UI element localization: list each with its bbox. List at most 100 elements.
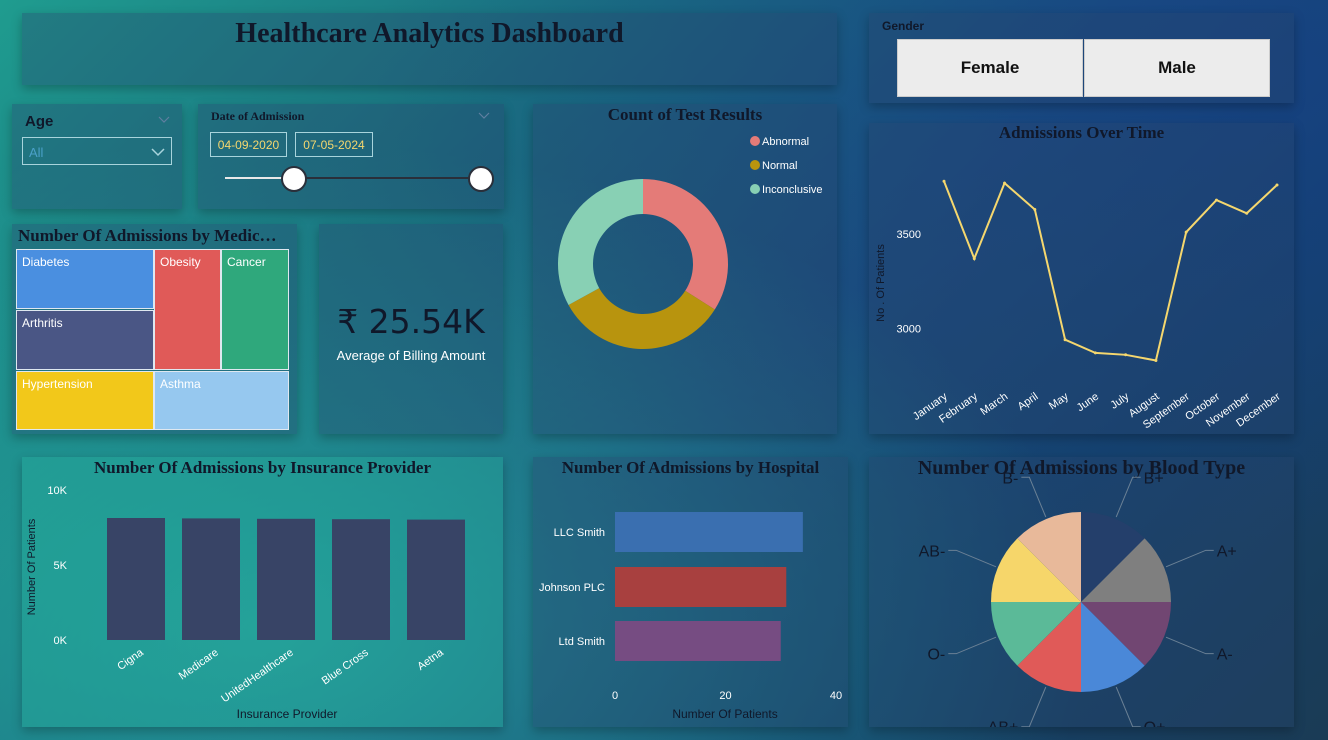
line-point xyxy=(1184,230,1188,234)
treemap-tile-label: Cancer xyxy=(227,255,266,269)
date-start-input[interactable]: 04-09-2020 xyxy=(210,132,287,157)
x-tick-label: Medicare xyxy=(177,647,221,683)
gender-male-button[interactable]: Male xyxy=(1084,39,1270,97)
line-series xyxy=(943,180,1278,362)
treemap-tile[interactable]: Asthma xyxy=(154,371,289,430)
y-tick-label: LLC Smith xyxy=(554,527,605,539)
gender-slicer: Gender Female Male xyxy=(869,13,1294,103)
x-axis-label: Number Of Patients xyxy=(672,707,777,721)
date-slider-end-handle[interactable] xyxy=(468,166,494,192)
chevron-down-icon xyxy=(151,148,165,157)
line-point xyxy=(1033,208,1037,212)
pie-label: A+ xyxy=(1217,543,1237,560)
line-point xyxy=(1275,183,1279,187)
gender-label: Gender xyxy=(882,19,925,33)
leader-line xyxy=(1115,686,1141,727)
line-point xyxy=(1063,338,1067,342)
donut-slice xyxy=(568,288,715,349)
bar xyxy=(332,519,390,640)
x-tick-label: June xyxy=(1075,391,1101,415)
date-label: Date of Admission xyxy=(211,109,305,123)
treemap-tile-label: Hypertension xyxy=(22,377,93,391)
legend-marker xyxy=(750,136,760,146)
kpi-card: ₹ 25.54K Average of Billing Amount xyxy=(319,224,503,434)
treemap-title: Number Of Admissions by Medic… xyxy=(18,226,277,245)
legend-label: Normal xyxy=(762,160,797,172)
insurance-card: Number Of Admissions by Insurance Provid… xyxy=(22,457,503,727)
bar xyxy=(615,621,781,661)
gender-female-button[interactable]: Female xyxy=(897,39,1083,97)
y-tick-label: 10K xyxy=(47,485,67,497)
blood-chart: B+ A+ A- O+ AB+ O- AB- B- xyxy=(919,470,1237,727)
chevron-down-icon[interactable] xyxy=(158,116,170,124)
donut-card: Count of Test Results Abnormal Normal Inco… xyxy=(533,104,837,434)
x-tick-label: May xyxy=(1047,390,1071,412)
y-tick-label: 5K xyxy=(54,560,68,572)
kpi-value: ₹ 25.54K xyxy=(337,302,485,341)
chevron-down-icon[interactable] xyxy=(478,112,490,120)
leader-line xyxy=(1165,549,1214,568)
y-axis-label: Number Of Patients xyxy=(26,518,38,615)
age-dropdown[interactable]: All xyxy=(22,137,172,165)
treemap-tile-label: Diabetes xyxy=(22,255,70,269)
line-point xyxy=(1214,198,1218,202)
page-title: Healthcare Analytics Dashboard xyxy=(235,18,624,49)
y-tick-label: Johnson PLC xyxy=(539,582,605,594)
title-card: Healthcare Analytics Dashboard xyxy=(22,13,837,85)
legend-label: Abnormal xyxy=(762,136,809,148)
kpi-label: Average of Billing Amount xyxy=(336,348,486,363)
blood-card: Number Of Admissions by Blood Type B+ A+ A… xyxy=(869,457,1294,727)
pie-label: O+ xyxy=(1144,720,1166,727)
date-end-input[interactable]: 07-05-2024 xyxy=(295,132,373,157)
bar xyxy=(407,519,465,640)
x-tick-label: UnitedHealthcare xyxy=(219,647,296,706)
line-point xyxy=(1154,358,1158,362)
treemap-tile-label: Obesity xyxy=(160,255,201,269)
line-point xyxy=(1003,181,1007,185)
x-tick-label: March xyxy=(978,391,1010,418)
treemap-chart: Diabetes Obesity Cancer Arthritis Hypertensi… xyxy=(16,249,290,431)
treemap-tile-label: Arthritis xyxy=(22,316,63,330)
y-tick-label: 0K xyxy=(54,635,68,647)
line-point xyxy=(1245,211,1249,215)
treemap-tile[interactable]: Diabetes xyxy=(16,249,154,309)
treemap-tile[interactable]: Arthritis xyxy=(16,310,154,370)
leader-line xyxy=(948,549,997,568)
age-dropdown-value: All xyxy=(29,145,44,160)
date-slider-start-handle[interactable] xyxy=(281,166,308,192)
bar xyxy=(257,518,315,640)
treemap-tile[interactable]: Hypertension xyxy=(16,371,154,430)
pie-label: AB+ xyxy=(988,720,1019,727)
bar xyxy=(107,518,165,640)
x-axis-label: Insurance Provider xyxy=(237,707,338,721)
date-slider-track[interactable] xyxy=(225,177,481,179)
leader-line xyxy=(1165,636,1214,655)
treemap-tile-label: Asthma xyxy=(160,377,201,391)
leader-line xyxy=(1021,686,1047,727)
pie-label: B- xyxy=(1002,470,1018,487)
x-tick-label: 20 xyxy=(719,690,731,702)
insurance-chart: 0K 5K 10K Number Of Patients Cigna MedicareUn… xyxy=(26,485,465,721)
leader-line xyxy=(1021,476,1047,518)
x-tick-label: 0 xyxy=(612,690,618,702)
x-tick-label: Aetna xyxy=(415,646,446,673)
legend-label: Inconclusive xyxy=(762,184,823,196)
line-point xyxy=(942,179,946,183)
y-tick-label: 3500 xyxy=(897,229,921,241)
date-slicer: Date of Admission 04-09-2020 07-05-2024 xyxy=(198,104,504,209)
treemap-tile[interactable]: Obesity xyxy=(154,249,221,370)
age-slicer: Age All xyxy=(12,104,182,209)
line-chart: 30003500No . Of PatientsJanuaryFebruaryM… xyxy=(875,179,1283,431)
donut-slice xyxy=(643,179,728,310)
pie-label: O- xyxy=(927,647,945,664)
bar xyxy=(615,567,787,607)
y-axis-label: No . Of Patients xyxy=(875,244,887,322)
pie-label: B+ xyxy=(1144,470,1164,487)
treemap-tile[interactable]: Cancer xyxy=(221,249,289,370)
legend-marker xyxy=(750,160,760,170)
line-point xyxy=(1093,351,1097,355)
donut-chart: Abnormal Normal Inconclusive xyxy=(558,136,823,349)
donut-slice xyxy=(558,179,643,305)
y-tick-label: 3000 xyxy=(897,323,921,335)
bar xyxy=(615,512,803,552)
